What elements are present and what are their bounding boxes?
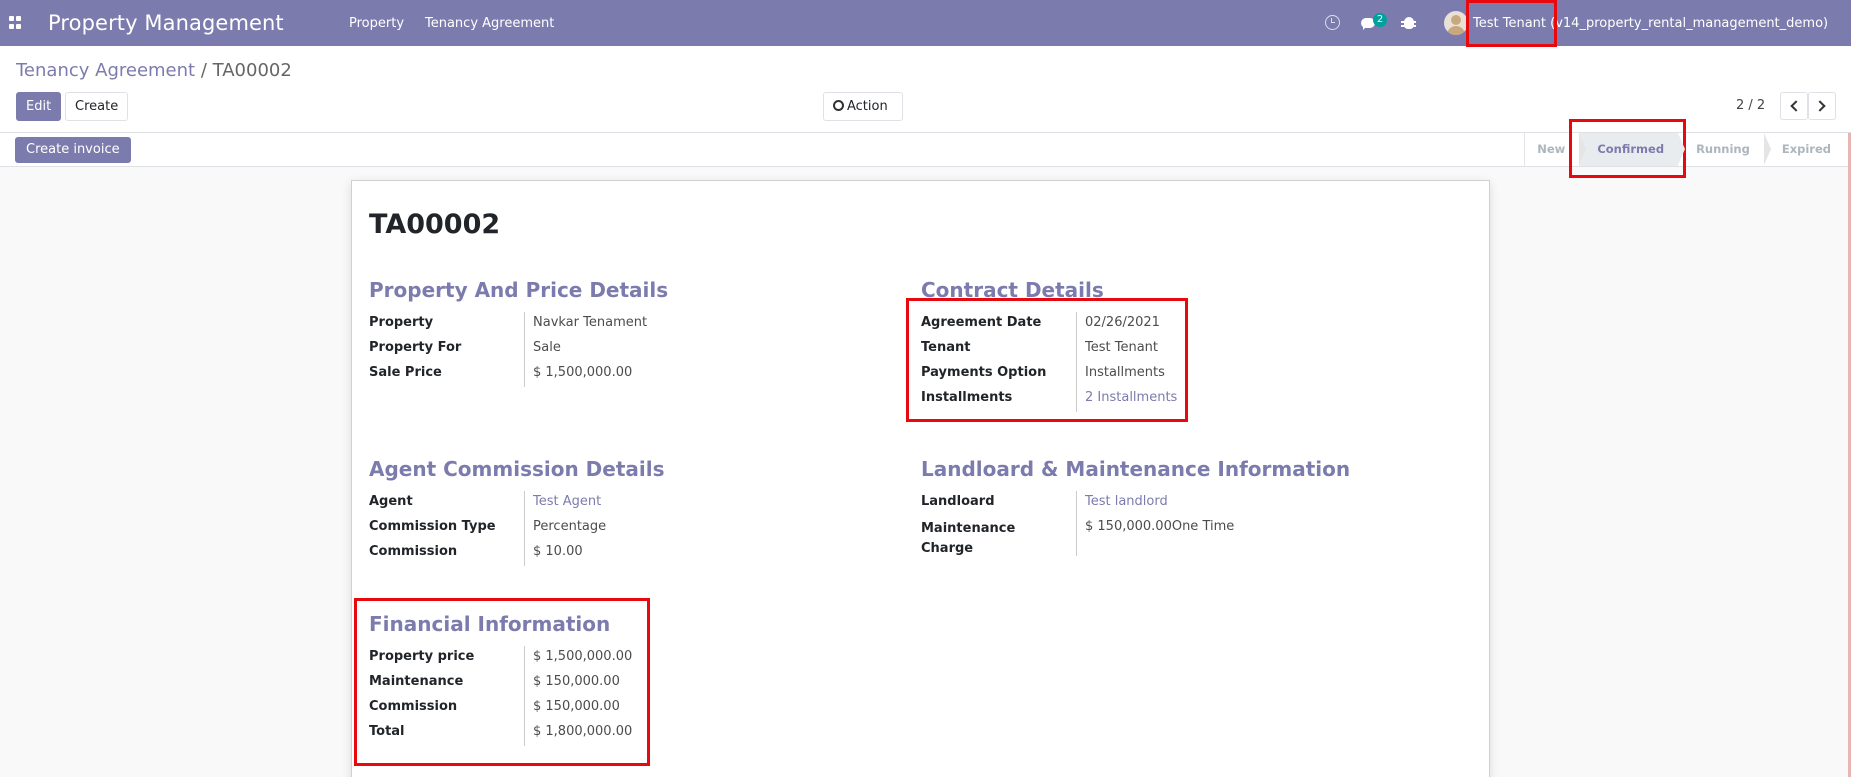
- breadcrumb: Tenancy Agreement / TA00002: [16, 60, 292, 81]
- chevron-left-icon: [1790, 100, 1802, 112]
- field-row: Maintenance Charge $ 150,000.00One Time: [921, 516, 1350, 556]
- gear-icon: [833, 100, 844, 111]
- field-label: Maintenance Charge: [921, 521, 1016, 556]
- action-label: Action: [847, 99, 888, 114]
- menu-tenancy-agreement[interactable]: Tenancy Agreement: [425, 16, 554, 31]
- statusbar: Create invoice New Confirmed Running Exp…: [0, 132, 1851, 167]
- commission-amount-value: $ 150,000.00: [524, 696, 620, 721]
- sale-price-value: $ 1,500,000.00: [524, 362, 632, 387]
- field-label: Installments: [921, 390, 1013, 405]
- stage-expired[interactable]: Expired: [1764, 133, 1845, 166]
- user-avatar[interactable]: [1444, 11, 1468, 35]
- action-dropdown-button[interactable]: Action: [823, 92, 903, 121]
- field-row: Property Navkar Tenament: [369, 312, 668, 337]
- breadcrumb-current: TA00002: [212, 60, 292, 81]
- field-row: Tenant Test Tenant: [921, 337, 1177, 362]
- property-value: Navkar Tenament: [524, 312, 647, 337]
- menu-property[interactable]: Property: [349, 16, 404, 31]
- field-row: Property price $ 1,500,000.00: [369, 646, 632, 671]
- record-name: TA00002: [369, 209, 501, 240]
- field-row: Total $ 1,800,000.00: [369, 721, 632, 746]
- field-label: Commission Type: [369, 519, 496, 534]
- create-button[interactable]: Create: [65, 92, 129, 121]
- payments-option-value: Installments: [1076, 362, 1165, 387]
- field-row: Sale Price $ 1,500,000.00: [369, 362, 668, 387]
- breadcrumb-separator: /: [195, 60, 213, 81]
- field-row: Agreement Date 02/26/2021: [921, 312, 1177, 337]
- landlord-link[interactable]: Test landlord: [1076, 491, 1168, 516]
- total-value: $ 1,800,000.00: [524, 721, 632, 746]
- form-sheet: TA00002 Property And Price Details Prope…: [351, 180, 1490, 777]
- field-label: Agreement Date: [921, 315, 1042, 330]
- stage-new[interactable]: New: [1524, 133, 1587, 166]
- debug-bug-icon[interactable]: [1401, 17, 1416, 29]
- field-label: Sale Price: [369, 365, 442, 380]
- field-label: Tenant: [921, 340, 971, 355]
- commission-value: $ 10.00: [524, 541, 583, 566]
- field-row: Property For Sale: [369, 337, 668, 362]
- pager-value[interactable]: 2 / 2: [1736, 98, 1765, 113]
- property-price-value: $ 1,500,000.00: [524, 646, 632, 671]
- group-title: Property And Price Details: [369, 278, 669, 302]
- field-row: Maintenance $ 150,000.00: [369, 671, 632, 696]
- tenant-value: Test Tenant: [1076, 337, 1158, 362]
- pager-previous-button[interactable]: [1780, 92, 1808, 120]
- pager-next-button[interactable]: [1808, 92, 1836, 120]
- agent-commission-group: Agent Commission Details Agent Test Agen…: [369, 457, 665, 566]
- apps-menu-icon[interactable]: [9, 16, 22, 29]
- field-label: Property For: [369, 340, 462, 355]
- property-for-value: Sale: [524, 337, 561, 362]
- field-row: Payments Option Installments: [921, 362, 1177, 387]
- top-navbar: Property Management Property Tenancy Agr…: [0, 0, 1851, 46]
- field-row: Commission $ 10.00: [369, 541, 665, 566]
- field-label: Property: [369, 315, 434, 330]
- agreement-date-value: 02/26/2021: [1076, 312, 1160, 337]
- installments-link[interactable]: 2 Installments: [1076, 387, 1177, 412]
- create-invoice-button[interactable]: Create invoice: [15, 137, 131, 163]
- commission-type-value: Percentage: [524, 516, 606, 541]
- chevron-right-icon: [1814, 100, 1826, 112]
- messages-count-badge: 2: [1373, 13, 1387, 27]
- activity-clock-icon[interactable]: [1325, 15, 1340, 30]
- field-row: Installments 2 Installments: [921, 387, 1177, 412]
- field-label: Commission: [369, 544, 458, 559]
- field-label: Total: [369, 724, 405, 739]
- financial-information-group: Financial Information Property price $ 1…: [369, 612, 632, 746]
- field-label: Maintenance: [369, 674, 464, 689]
- property-price-group: Property And Price Details Property Navk…: [369, 278, 668, 387]
- edit-button[interactable]: Edit: [16, 92, 62, 121]
- stage-confirmed[interactable]: Confirmed: [1579, 133, 1685, 166]
- field-label: Property price: [369, 649, 475, 664]
- stage-running[interactable]: Running: [1678, 133, 1771, 166]
- field-row: Agent Test Agent: [369, 491, 665, 516]
- field-row: Commission $ 150,000.00: [369, 696, 632, 721]
- group-title: Landloard & Maintenance Information: [921, 457, 1351, 481]
- group-title: Agent Commission Details: [369, 457, 665, 481]
- contract-details-group: Contract Details Agreement Date 02/26/20…: [921, 278, 1177, 412]
- agent-link[interactable]: Test Agent: [524, 491, 601, 516]
- field-row: Landloard Test landlord: [921, 491, 1350, 516]
- field-label: Commission: [369, 699, 458, 714]
- field-label: Payments Option: [921, 365, 1047, 380]
- stage-pipeline: New Confirmed Running Expired: [1524, 133, 1845, 166]
- field-row: Commission Type Percentage: [369, 516, 665, 541]
- maintenance-charge-value: $ 150,000.00One Time: [1076, 516, 1234, 556]
- group-title: Financial Information: [369, 612, 611, 636]
- field-label: Agent: [369, 494, 413, 509]
- maintenance-value: $ 150,000.00: [524, 671, 620, 696]
- breadcrumb-parent-link[interactable]: Tenancy Agreement: [16, 60, 195, 81]
- user-menu-name[interactable]: Test Tenant (v14_property_rental_managem…: [1473, 16, 1828, 31]
- group-title: Contract Details: [921, 278, 1104, 302]
- app-title[interactable]: Property Management: [48, 11, 284, 35]
- landlord-maintenance-group: Landloard & Maintenance Information Land…: [921, 457, 1350, 556]
- field-label: Landloard: [921, 494, 995, 509]
